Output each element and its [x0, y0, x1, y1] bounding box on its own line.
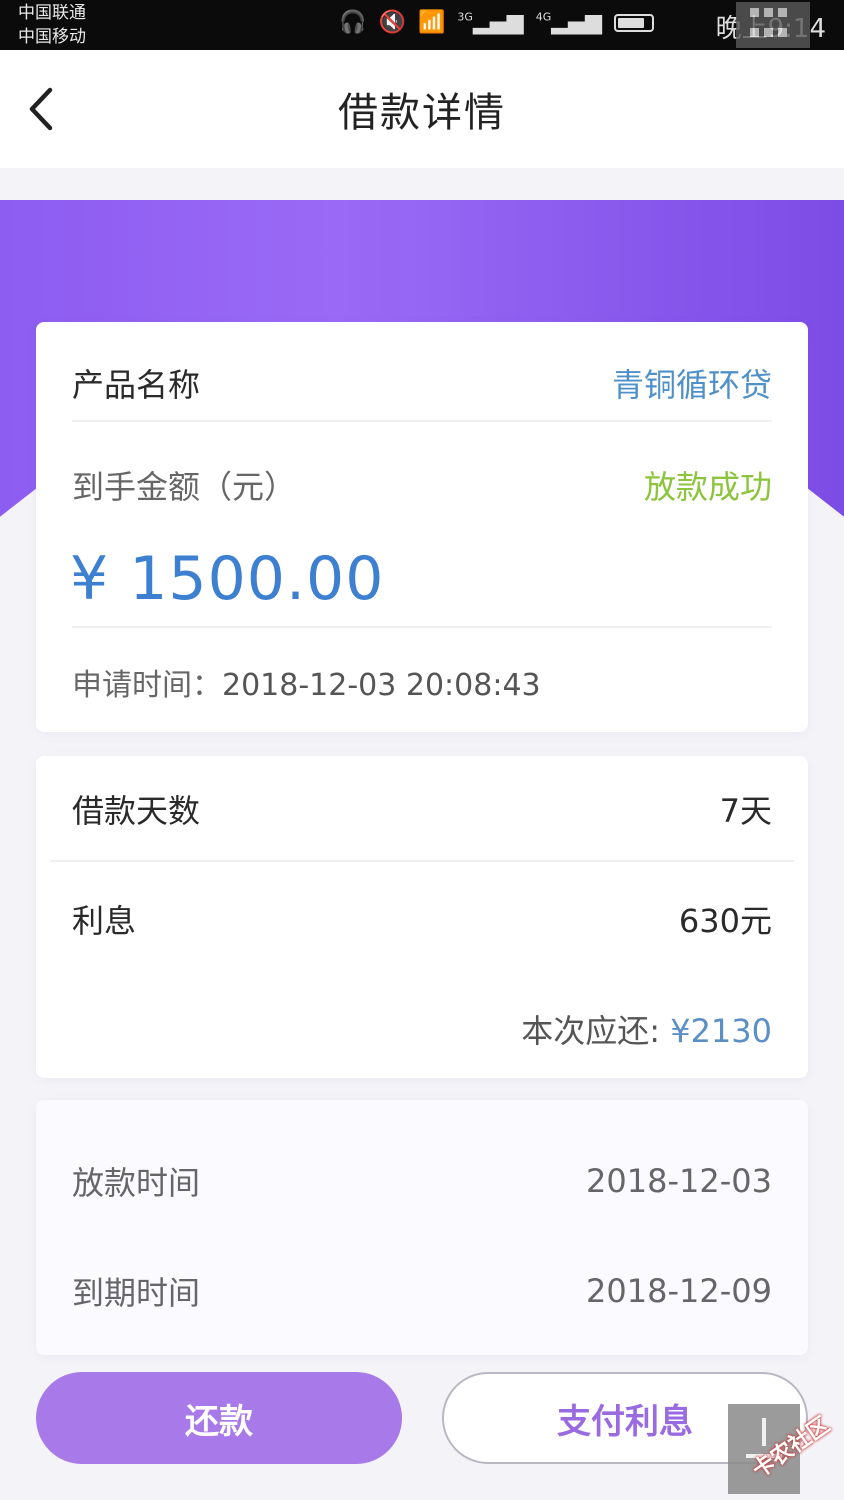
amount-due: 本次应还: ¥2130 — [521, 1006, 772, 1052]
loan-days-label: 借款天数 — [72, 792, 201, 830]
loan-amount: ¥ 1500.00 — [70, 544, 385, 614]
status-badge: 放款成功 — [643, 468, 772, 506]
carrier-name-1: 中国联通 — [18, 3, 86, 23]
loan-time-label: 放款时间 — [72, 1164, 201, 1202]
expire-time-value: 2018-12-09 — [586, 1272, 772, 1310]
product-row: 产品名称 青铜循环贷 — [72, 360, 772, 406]
headphone-icon: 🎧 — [339, 10, 367, 35]
apply-time-row: 申请时间：2018-12-03 20:08:43 — [72, 660, 541, 704]
interest-label: 利息 — [72, 902, 137, 940]
signal-4g-icon: 4G▂▄▆ — [535, 10, 602, 35]
apply-time-value: 2018-12-03 20:08:43 — [222, 668, 541, 703]
apply-time-label: 申请时间： — [72, 668, 222, 703]
wifi-icon: 📶 — [418, 10, 446, 35]
divider — [50, 860, 794, 862]
divider — [72, 626, 772, 628]
network-4g-label: 4G — [535, 10, 552, 24]
amount-label: 到手金额（元） — [72, 468, 297, 506]
amount-row: 到手金额（元） 放款成功 — [72, 462, 772, 508]
expire-time-row: 到期时间 2018-12-09 — [72, 1268, 772, 1314]
loan-summary-card: 产品名称 青铜循环贷 到手金额（元） 放款成功 ¥ 1500.00 申请时间：2… — [36, 322, 808, 732]
loan-terms-card: 借款天数 7天 利息 630元 本次应还: ¥2130 — [36, 756, 808, 1078]
battery-icon — [614, 13, 654, 32]
signal-3g-icon: 3G▂▄▆ — [457, 10, 524, 35]
interest-row: 利息 630元 — [72, 896, 772, 942]
loan-days-value: 7天 — [719, 792, 772, 830]
product-label: 产品名称 — [72, 366, 201, 404]
loan-dates-card: 放款时间 2018-12-03 到期时间 2018-12-09 — [36, 1100, 808, 1355]
status-bar: 中国联通 中国移动 🎧 🔇 📶 3G▂▄▆ 4G▂▄▆ 晚上9:14 — [0, 0, 844, 50]
status-icons: 🎧 🔇 📶 3G▂▄▆ 4G▂▄▆ — [339, 10, 654, 35]
repay-button[interactable]: 还款 — [36, 1372, 402, 1464]
header: 借款详情 — [0, 50, 844, 168]
network-3g-label: 3G — [457, 10, 473, 24]
loan-time-row: 放款时间 2018-12-03 — [72, 1158, 772, 1204]
interest-value: 630元 — [678, 902, 772, 940]
grid-overlay-icon — [736, 2, 810, 48]
carrier-name-2: 中国移动 — [18, 27, 86, 47]
expire-time-label: 到期时间 — [72, 1274, 201, 1312]
mute-icon: 🔇 — [378, 10, 406, 35]
product-value: 青铜循环贷 — [611, 366, 772, 404]
amount-due-label: 本次应还: — [521, 1012, 661, 1050]
divider — [72, 420, 772, 422]
loan-time-value: 2018-12-03 — [586, 1162, 772, 1200]
amount-due-value: ¥2130 — [670, 1012, 772, 1050]
page-title: 借款详情 — [338, 90, 506, 136]
loan-days-row: 借款天数 7天 — [72, 786, 772, 832]
